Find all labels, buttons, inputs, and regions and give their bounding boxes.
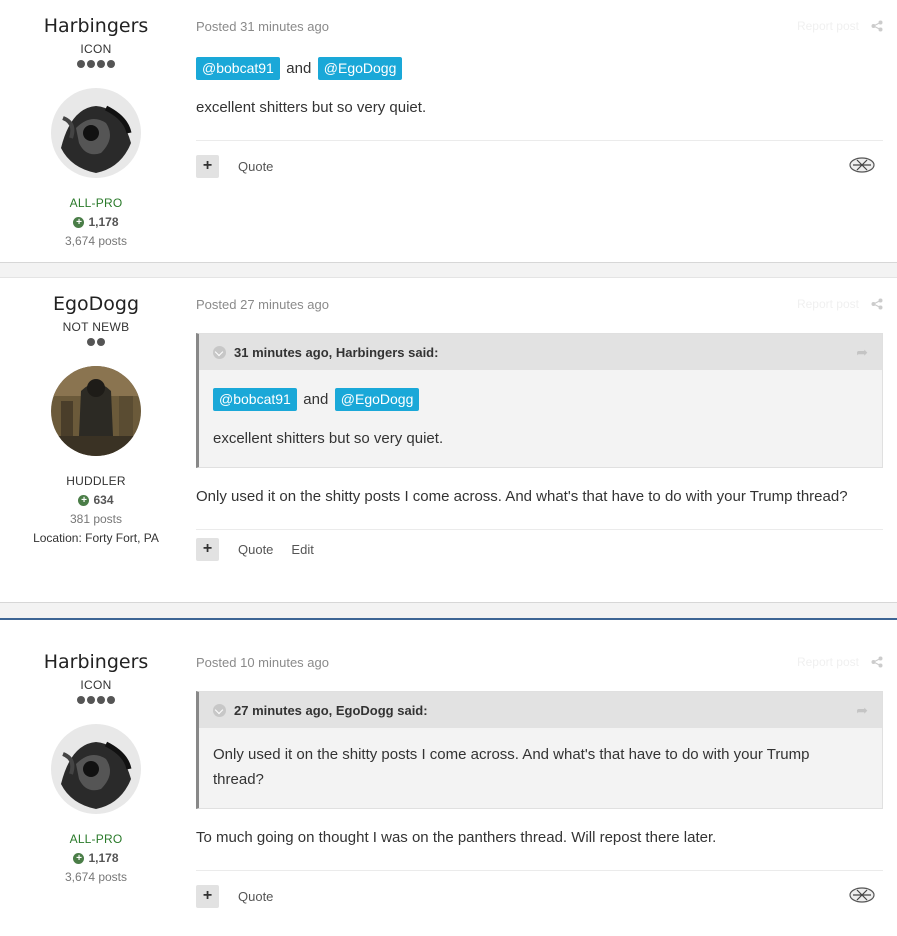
rank-pips bbox=[0, 696, 192, 706]
post-content: Posted 31 minutes ago Report post @bobca… bbox=[196, 0, 883, 191]
mention-bobcat91[interactable]: @bobcat91 bbox=[196, 57, 280, 80]
author-rank: NOT NEWB bbox=[62, 320, 130, 334]
quote-citation[interactable]: 31 minutes ago, Harbingers said: bbox=[234, 345, 438, 360]
share-icon[interactable] bbox=[871, 20, 883, 32]
quote-button[interactable]: Quote bbox=[238, 889, 273, 904]
member-title: ALL-PRO bbox=[69, 196, 123, 210]
rank-pips bbox=[0, 338, 192, 348]
author-rank: ICON bbox=[80, 42, 112, 56]
avatar[interactable] bbox=[51, 88, 141, 178]
arrow-right-icon[interactable]: ➦ bbox=[856, 702, 868, 719]
report-post-link[interactable]: Report post bbox=[797, 297, 859, 311]
post-content: Posted 10 minutes ago Report post 27 min… bbox=[196, 636, 883, 921]
quote-block: 31 minutes ago, Harbingers said: ➦ @bobc… bbox=[196, 333, 883, 468]
quote-header: 31 minutes ago, Harbingers said: ➦ bbox=[199, 334, 882, 370]
author-location: Location: Forty Fort, PA bbox=[33, 531, 159, 545]
post-text: Only used it on the shitty posts I come … bbox=[196, 488, 848, 505]
mention-egodogg[interactable]: @EgoDogg bbox=[317, 57, 403, 80]
reaction-icon[interactable] bbox=[849, 156, 875, 174]
chevron-down-icon[interactable] bbox=[213, 703, 226, 717]
report-post-link[interactable]: Report post bbox=[797, 19, 859, 33]
quote-button[interactable]: Quote bbox=[238, 542, 273, 557]
arrow-right-icon[interactable]: ➦ bbox=[856, 344, 868, 361]
mention-egodogg[interactable]: @EgoDogg bbox=[334, 388, 420, 411]
edit-button[interactable]: Edit bbox=[291, 542, 313, 557]
plus-circle-icon: + bbox=[73, 216, 85, 228]
reputation: +1,178 bbox=[0, 851, 192, 865]
post-meta: Posted 27 minutes ago Report post bbox=[196, 297, 883, 313]
chevron-down-icon[interactable] bbox=[213, 345, 226, 359]
author-panel: Harbingers ICON ALL-PRO +1,178 3,674 pos… bbox=[0, 0, 192, 248]
author-name[interactable]: Harbingers bbox=[0, 650, 192, 674]
member-title: ALL-PRO bbox=[69, 832, 123, 846]
quote-text: excellent shitters but so very quiet. bbox=[213, 430, 444, 447]
posted-time[interactable]: Posted 10 minutes ago bbox=[196, 655, 329, 670]
mentions-line: @bobcat91 and @EgoDogg bbox=[196, 56, 883, 81]
quote-header: 27 minutes ago, EgoDogg said: ➦ bbox=[199, 692, 882, 728]
mention-bobcat91[interactable]: @bobcat91 bbox=[213, 388, 297, 411]
plus-icon[interactable]: + bbox=[196, 537, 219, 561]
reputation: +1,178 bbox=[0, 215, 192, 229]
author-name[interactable]: EgoDogg bbox=[0, 292, 192, 316]
post-1: Harbingers ICON ALL-PRO +1,178 3,674 pos… bbox=[0, 0, 897, 262]
report-post-link[interactable]: Report post bbox=[797, 655, 859, 669]
post-count: 3,674 posts bbox=[64, 870, 128, 884]
mentions-line: @bobcat91 and @EgoDogg bbox=[213, 387, 868, 412]
post-actions: + Quote Edit bbox=[196, 530, 883, 568]
post-count: 381 posts bbox=[69, 512, 123, 526]
post-actions: + Quote bbox=[196, 871, 883, 921]
member-title: HUDDLER bbox=[66, 474, 126, 488]
post-actions: + Quote bbox=[196, 141, 883, 191]
author-panel: EgoDogg NOT NEWB HUDDLER +634 381 posts … bbox=[0, 278, 192, 545]
plus-circle-icon: + bbox=[73, 852, 85, 864]
plus-circle-icon: + bbox=[78, 494, 90, 506]
quote-citation[interactable]: 27 minutes ago, EgoDogg said: bbox=[234, 703, 428, 718]
quote-body: Only used it on the shitty posts I come … bbox=[199, 728, 882, 808]
posted-time[interactable]: Posted 27 minutes ago bbox=[196, 297, 329, 312]
reaction-icon[interactable] bbox=[849, 886, 875, 904]
plus-icon[interactable]: + bbox=[196, 884, 219, 908]
author-rank: ICON bbox=[80, 678, 112, 692]
post-meta: Posted 10 minutes ago Report post bbox=[196, 655, 883, 671]
posted-time[interactable]: Posted 31 minutes ago bbox=[196, 19, 329, 34]
share-icon[interactable] bbox=[871, 656, 883, 668]
mention-joiner: and bbox=[286, 60, 312, 77]
rank-pips bbox=[0, 60, 192, 70]
post-separator bbox=[0, 602, 897, 620]
post-count: 3,674 posts bbox=[64, 234, 128, 248]
plus-icon[interactable]: + bbox=[196, 154, 219, 178]
quote-block: 27 minutes ago, EgoDogg said: ➦ Only use… bbox=[196, 691, 883, 809]
post-2: EgoDogg NOT NEWB HUDDLER +634 381 posts … bbox=[0, 278, 897, 602]
post-3: Harbingers ICON ALL-PRO +1,178 3,674 pos… bbox=[0, 636, 897, 936]
avatar[interactable] bbox=[51, 724, 141, 814]
post-text: excellent shitters but so very quiet. bbox=[196, 99, 427, 116]
reputation: +634 bbox=[0, 493, 192, 507]
post-content: Posted 27 minutes ago Report post 31 min… bbox=[196, 278, 883, 568]
mention-joiner: and bbox=[303, 391, 329, 408]
post-text: To much going on thought I was on the pa… bbox=[196, 829, 717, 846]
quote-text: Only used it on the shitty posts I come … bbox=[213, 746, 810, 788]
quote-body: @bobcat91 and @EgoDogg excellent shitter… bbox=[199, 370, 882, 467]
quote-button[interactable]: Quote bbox=[238, 159, 273, 174]
share-icon[interactable] bbox=[871, 298, 883, 310]
author-name[interactable]: Harbingers bbox=[0, 14, 192, 38]
post-separator bbox=[0, 262, 897, 278]
post-meta: Posted 31 minutes ago Report post bbox=[196, 19, 883, 35]
avatar[interactable] bbox=[51, 366, 141, 456]
author-panel: Harbingers ICON ALL-PRO +1,178 3,674 pos… bbox=[0, 636, 192, 884]
